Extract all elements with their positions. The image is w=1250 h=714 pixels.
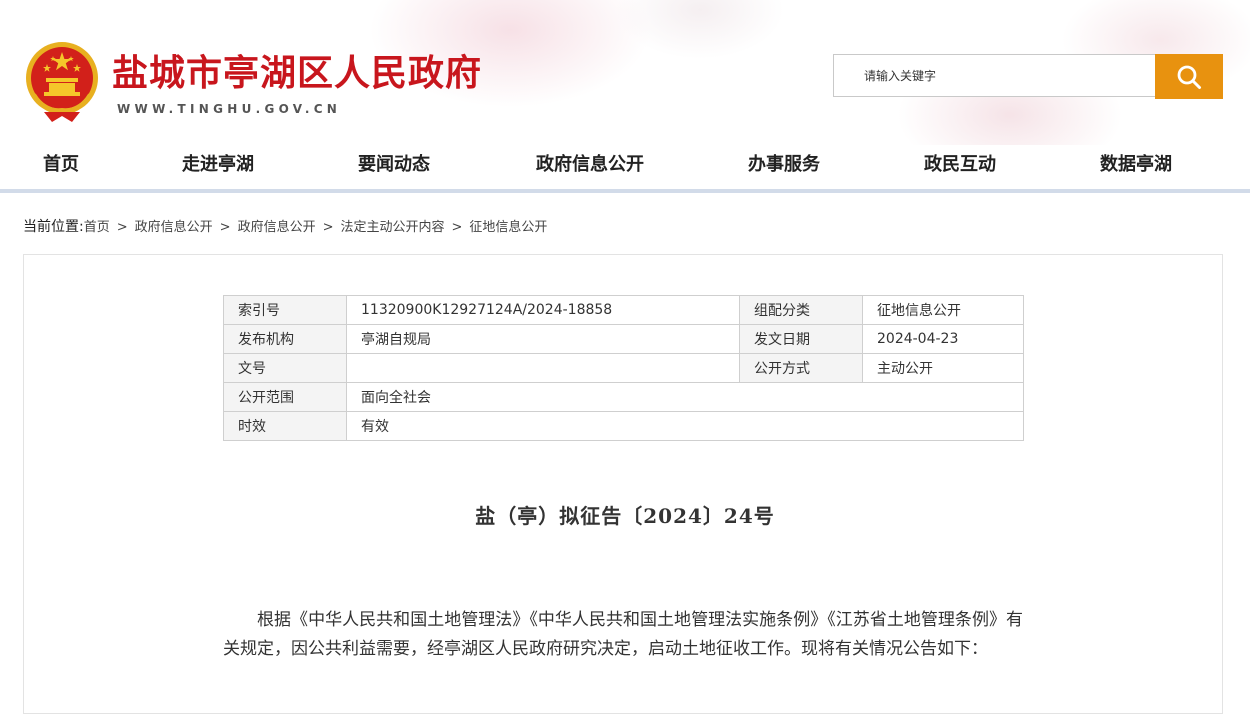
nav-divider bbox=[0, 189, 1250, 193]
site-url: WWW.TINGHU.GOV.CN bbox=[117, 102, 342, 116]
breadcrumb-separator: > bbox=[322, 220, 334, 235]
breadcrumb-item-disclosure[interactable]: 政府信息公开 bbox=[135, 220, 213, 235]
breadcrumb: 当前位置:首页 > 政府信息公开 > 政府信息公开 > 法定主动公开内容 > 征地信息公开 bbox=[23, 216, 547, 236]
date-value: 2024-04-23 bbox=[862, 324, 1024, 354]
search-input[interactable] bbox=[834, 55, 1155, 96]
table-row: 发布机构 亭湖自规局 发文日期 2024-04-23 bbox=[223, 324, 1024, 354]
nav-item-about[interactable]: 走进亭湖 bbox=[182, 145, 254, 189]
search-icon bbox=[1177, 65, 1201, 89]
breadcrumb-item-home[interactable]: 首页 bbox=[84, 220, 110, 235]
table-row: 公开范围 面向全社会 bbox=[223, 382, 1024, 412]
nav-item-interaction[interactable]: 政民互动 bbox=[924, 145, 996, 189]
table-row: 时效 有效 bbox=[223, 411, 1024, 441]
breadcrumb-separator: > bbox=[116, 220, 128, 235]
site-title[interactable]: 盐城市亭湖区人民政府 bbox=[112, 44, 482, 96]
date-label: 发文日期 bbox=[739, 324, 863, 354]
index-label: 索引号 bbox=[223, 295, 347, 325]
nav-item-services[interactable]: 办事服务 bbox=[748, 145, 820, 189]
breadcrumb-item-disclosure-sub[interactable]: 政府信息公开 bbox=[238, 220, 316, 235]
publisher-label: 发布机构 bbox=[223, 324, 347, 354]
search-button[interactable] bbox=[1155, 54, 1223, 99]
search-box bbox=[833, 54, 1155, 97]
docno-label: 文号 bbox=[223, 353, 347, 383]
validity-value: 有效 bbox=[346, 411, 1024, 441]
breadcrumb-item-land[interactable]: 征地信息公开 bbox=[469, 220, 547, 235]
site-header: 盐城市亭湖区人民政府 WWW.TINGHU.GOV.CN bbox=[0, 0, 1250, 145]
main-nav: 首页 走进亭湖 要闻动态 政府信息公开 办事服务 政民互动 数据亭湖 bbox=[0, 145, 1250, 189]
breadcrumb-item-statutory[interactable]: 法定主动公开内容 bbox=[340, 220, 444, 235]
breadcrumb-label: 当前位置: bbox=[23, 219, 84, 235]
docno-value bbox=[346, 353, 740, 383]
document-title: 盐（亭）拟征告〔2024〕24号 bbox=[475, 504, 775, 528]
publisher-value: 亭湖自规局 bbox=[346, 324, 740, 354]
method-value: 主动公开 bbox=[862, 353, 1024, 383]
category-label: 组配分类 bbox=[739, 295, 863, 325]
table-row: 索引号 11320900K12927124A/2024-18858 组配分类 征… bbox=[223, 295, 1024, 325]
scope-value: 面向全社会 bbox=[346, 382, 1024, 412]
document-paragraph: 根据《中华人民共和国土地管理法》《中华人民共和国土地管理法实施条例》《江苏省土地… bbox=[223, 610, 1023, 659]
nav-item-data[interactable]: 数据亭湖 bbox=[1100, 145, 1172, 189]
category-value: 征地信息公开 bbox=[862, 295, 1024, 325]
nav-item-home[interactable]: 首页 bbox=[43, 145, 79, 189]
info-table: 索引号 11320900K12927124A/2024-18858 组配分类 征… bbox=[223, 295, 1024, 441]
nav-item-disclosure[interactable]: 政府信息公开 bbox=[536, 145, 644, 189]
national-emblem-icon[interactable] bbox=[22, 40, 102, 124]
breadcrumb-separator: > bbox=[451, 220, 463, 235]
table-row: 文号 公开方式 主动公开 bbox=[223, 353, 1024, 383]
nav-item-news[interactable]: 要闻动态 bbox=[358, 145, 430, 189]
method-label: 公开方式 bbox=[739, 353, 863, 383]
index-value: 11320900K12927124A/2024-18858 bbox=[346, 295, 740, 325]
scope-label: 公开范围 bbox=[223, 382, 347, 412]
breadcrumb-separator: > bbox=[219, 220, 231, 235]
validity-label: 时效 bbox=[223, 411, 347, 441]
